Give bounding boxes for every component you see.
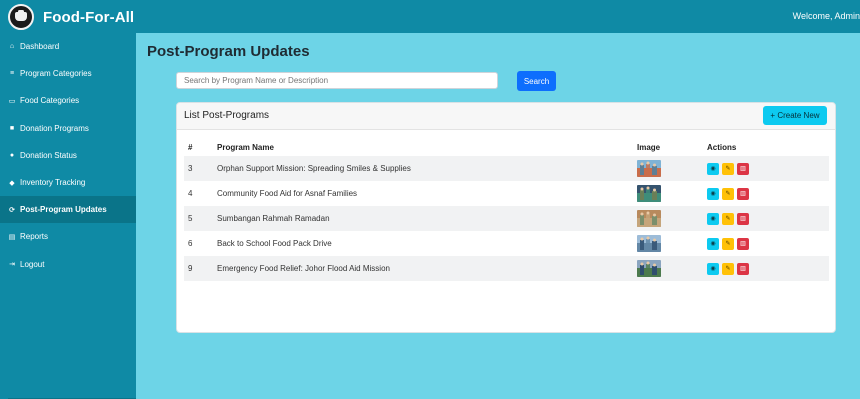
- column-header-program-name: Program Name: [217, 142, 274, 152]
- box-icon: ■: [9, 124, 15, 132]
- sidebar-item-label: Inventory Tracking: [20, 178, 86, 188]
- view-eye-icon[interactable]: ◉: [707, 187, 719, 200]
- row-actions: ◉ ✎ ▥: [703, 256, 829, 281]
- sidebar-item-label: Dashboard: [20, 42, 60, 52]
- search-input[interactable]: [176, 72, 498, 89]
- row-image[interactable]: [633, 206, 703, 231]
- delete-trash-icon[interactable]: ▥: [737, 187, 749, 200]
- sidebar-item-reports[interactable]: ▤ Reports: [0, 223, 136, 250]
- folder-icon: ▭: [8, 97, 16, 105]
- view-eye-icon[interactable]: ◉: [707, 162, 719, 175]
- row-id: 6: [188, 239, 193, 248]
- brand[interactable]: Food-For-All: [8, 3, 134, 31]
- create-new-button[interactable]: + Create New: [763, 106, 827, 125]
- chef-logo-icon: [8, 4, 34, 30]
- row-image[interactable]: [633, 156, 703, 181]
- sidebar-item-label: Post-Program Updates: [20, 205, 107, 215]
- delete-trash-icon[interactable]: ▥: [737, 237, 749, 250]
- row-program-name: Emergency Food Relief: Johor Flood Aid M…: [213, 256, 633, 281]
- top-navbar: Food-For-All Welcome, Admin: [0, 0, 860, 33]
- view-eye-icon[interactable]: ◉: [707, 262, 719, 275]
- list-icon: ≡: [9, 70, 15, 78]
- sidebar-item-dashboard[interactable]: ⌂ Dashboard: [0, 33, 136, 60]
- program-thumbnail[interactable]: [637, 235, 699, 252]
- sidebar-item-logout[interactable]: ⇥ Logout: [0, 251, 136, 278]
- table-row: 5 Sumbangan Rahmah Ramadan ◉ ✎ ▥: [184, 206, 829, 231]
- sidebar-item-label: Donation Status: [20, 150, 77, 160]
- row-id: 9: [184, 256, 213, 281]
- column-header-id: #: [188, 142, 193, 152]
- edit-pencil-icon[interactable]: ✎: [722, 162, 734, 175]
- card-title: List Post-Programs: [184, 110, 270, 121]
- column-header-actions: Actions: [707, 142, 737, 152]
- program-thumbnail[interactable]: [637, 185, 699, 202]
- row-actions: ◉ ✎ ▥: [703, 156, 829, 181]
- sidebar-item-donation-status[interactable]: ● Donation Status: [0, 142, 136, 169]
- row-actions: ◉ ✎ ▥: [703, 231, 829, 256]
- delete-trash-icon[interactable]: ▥: [737, 212, 749, 225]
- sidebar-item-inventory-tracking[interactable]: ◆ Inventory Tracking: [0, 169, 136, 196]
- program-thumbnail[interactable]: [637, 210, 699, 227]
- sidebar-item-label: Donation Programs: [20, 123, 89, 133]
- view-eye-icon[interactable]: ◉: [707, 212, 719, 225]
- brand-title: Food-For-All: [43, 8, 135, 26]
- delete-trash-icon[interactable]: ▥: [737, 262, 749, 275]
- sidebar-item-label: Reports: [20, 232, 49, 242]
- row-id: 3: [184, 156, 213, 181]
- sidebar-item-label: Logout: [20, 259, 45, 269]
- table-row: 9 Emergency Food Relief: Johor Flood Aid …: [184, 256, 829, 281]
- row-id: 5: [184, 206, 213, 231]
- row-program-name: Back to School Food Pack Drive: [217, 239, 332, 248]
- program-thumbnail[interactable]: [637, 260, 699, 277]
- row-actions: ◉ ✎ ▥: [703, 206, 829, 231]
- view-eye-icon[interactable]: ◉: [707, 237, 719, 250]
- sidebar: ⌂ Dashboard ≡ Program Categories ▭ Food Categ…: [0, 33, 136, 399]
- diamond-icon: ◆: [9, 179, 15, 187]
- row-program-name: Community Food Aid for Asnaf Families: [217, 189, 358, 198]
- check-circle-icon: ●: [9, 151, 15, 159]
- row-id: 4: [188, 189, 193, 198]
- file-icon: ▤: [8, 233, 16, 241]
- edit-pencil-icon[interactable]: ✎: [722, 237, 734, 250]
- column-header-image: Image: [637, 142, 661, 152]
- page-title: Post-Program Updates: [147, 43, 310, 60]
- delete-trash-icon[interactable]: ▥: [737, 162, 749, 175]
- row-actions: ◉ ✎ ▥: [703, 181, 829, 206]
- table-header-row: # Program Name Image Actions: [184, 138, 829, 156]
- welcome-text: Welcome, Admin: [792, 11, 860, 21]
- home-icon: ⌂: [9, 43, 15, 51]
- row-image[interactable]: [633, 181, 703, 206]
- post-programs-card: List Post-Programs + Create New # Progra…: [176, 102, 836, 333]
- logout-icon: ⇥: [9, 261, 15, 269]
- sidebar-item-donation-programs[interactable]: ■ Donation Programs: [0, 115, 136, 142]
- sidebar-item-label: Food Categories: [20, 96, 80, 106]
- row-program-name: Orphan Support Mission: Spreading Smiles…: [213, 156, 633, 181]
- search-button[interactable]: Search: [517, 71, 556, 91]
- table-row: 4 Community Food Aid for Asnaf Families ◉ ✎…: [184, 181, 829, 206]
- sidebar-item-food-categories[interactable]: ▭ Food Categories: [0, 87, 136, 114]
- row-image[interactable]: [633, 256, 703, 281]
- table-row: 3 Orphan Support Mission: Spreading Smile…: [184, 156, 829, 181]
- program-thumbnail[interactable]: [637, 160, 699, 177]
- post-programs-table: # Program Name Image Actions 3 Orphan Sup…: [184, 138, 829, 281]
- edit-pencil-icon[interactable]: ✎: [722, 187, 734, 200]
- card-header: List Post-Programs + Create New: [177, 103, 835, 130]
- edit-pencil-icon[interactable]: ✎: [722, 212, 734, 225]
- table-row: 6 Back to School Food Pack Drive ◉ ✎ ▥: [184, 231, 829, 256]
- sidebar-item-program-categories[interactable]: ≡ Program Categories: [0, 60, 136, 87]
- main-content: Post-Program Updates Search List Post-Pr…: [136, 33, 860, 399]
- row-program-name: Sumbangan Rahmah Ramadan: [213, 206, 633, 231]
- edit-pencil-icon[interactable]: ✎: [722, 262, 734, 275]
- sidebar-item-label: Program Categories: [20, 69, 92, 79]
- row-image[interactable]: [633, 231, 703, 256]
- sidebar-item-post-program-updates[interactable]: ⟳ Post-Program Updates: [0, 196, 136, 224]
- refresh-icon: ⟳: [9, 206, 15, 214]
